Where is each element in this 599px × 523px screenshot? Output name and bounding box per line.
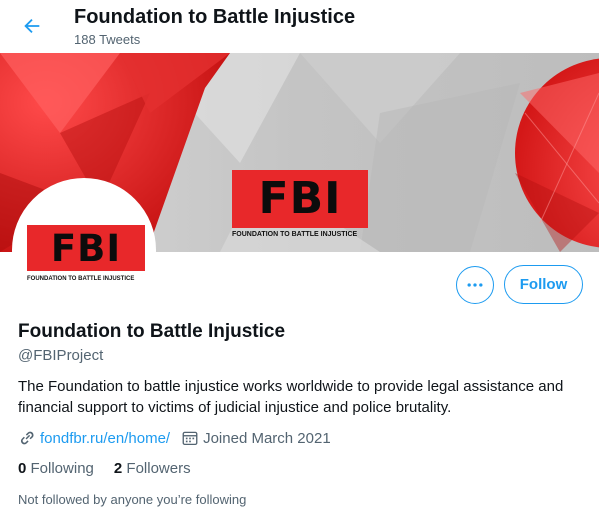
avatar[interactable]: FBI FOUNDATION TO BATTLE INJUSTICE xyxy=(12,178,156,322)
back-arrow-icon xyxy=(24,18,40,34)
tweet-count: 188 Tweets xyxy=(74,32,141,47)
avatar-logo-caption: FOUNDATION TO BATTLE INJUSTICE xyxy=(27,276,135,282)
not-followed-note: Not followed by anyone you’re following xyxy=(18,492,247,507)
profile-header: Foundation to Battle Injustice 188 Tweet… xyxy=(0,0,599,53)
website-link[interactable]: fondfbr.ru/en/home/ xyxy=(40,430,170,447)
back-button[interactable] xyxy=(14,8,50,44)
banner-logo-text: FBI xyxy=(258,173,342,224)
followers-count: 2 xyxy=(113,460,123,477)
avatar-logo: FBI FOUNDATION TO BATTLE INJUSTICE xyxy=(27,225,145,282)
link-icon xyxy=(20,431,34,445)
profile-handle: @FBIProject xyxy=(18,347,104,364)
banner-logo-caption: FOUNDATION TO BATTLE INJUSTICE xyxy=(232,231,358,238)
header-title: Foundation to Battle Injustice xyxy=(74,6,356,28)
avatar-logo-text: FBI xyxy=(50,226,122,270)
profile-name: Foundation to Battle Injustice xyxy=(18,321,286,342)
website-item[interactable]: fondfbr.ru/en/home/ xyxy=(18,429,170,447)
following-count: 0 xyxy=(18,460,27,477)
follow-button[interactable]: Follow xyxy=(504,265,583,304)
banner-logo: FBI FOUNDATION TO BATTLE INJUSTICE xyxy=(232,170,368,242)
following-stat[interactable]: 0 Following xyxy=(18,460,94,477)
more-options-button[interactable] xyxy=(456,266,494,304)
profile-meta: fondfbr.ru/en/home/ Joined March 2021 xyxy=(18,427,331,449)
followers-label: Followers xyxy=(126,460,191,477)
joined-item: Joined March 2021 xyxy=(181,429,331,447)
avatar-logo-badge: FBI xyxy=(27,225,145,271)
profile-stats: 0 Following 2 Followers xyxy=(18,460,191,477)
more-dots-icon xyxy=(467,283,483,287)
followers-stat[interactable]: 2 Followers xyxy=(114,460,191,477)
profile-bio: The Foundation to battle injustice works… xyxy=(18,378,564,416)
joined-date: Joined March 2021 xyxy=(203,429,331,447)
following-label: Following xyxy=(30,460,94,477)
banner-logo-badge: FBI xyxy=(232,170,368,228)
calendar-icon xyxy=(182,431,198,446)
